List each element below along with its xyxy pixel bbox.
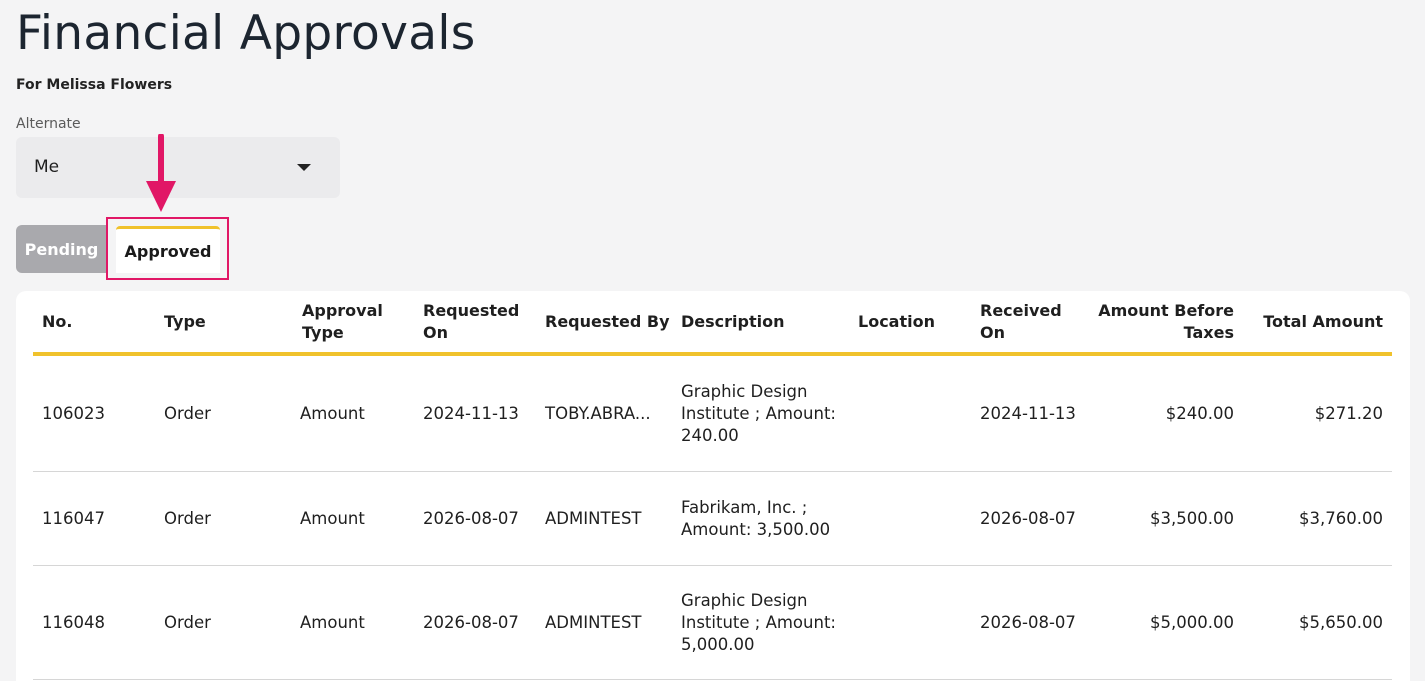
cell-total-amount: $5,650.00: [1299, 613, 1383, 632]
cell-no: 106023: [42, 404, 105, 423]
header-location[interactable]: Location: [858, 311, 935, 333]
cell-received-on: 2026-08-07: [980, 613, 1076, 632]
header-received-on-line1: Received: [980, 301, 1062, 320]
header-requested-on-line1: Requested: [423, 301, 520, 320]
arrow-down-icon: [146, 134, 176, 212]
cell-description-line: Institute ; Amount:: [681, 404, 836, 423]
cell-description-line: 240.00: [681, 426, 739, 445]
cell-description-line: Graphic Design: [681, 382, 808, 401]
approvals-table: No. Type Approval Type Requested On Requ…: [16, 291, 1410, 681]
header-description[interactable]: Description: [681, 311, 784, 333]
page-title: Financial Approvals: [16, 6, 476, 61]
header-amount-before-taxes-line2: Taxes: [1183, 323, 1234, 342]
cell-total-amount: $3,760.00: [1299, 509, 1383, 528]
cell-description-line: Graphic Design: [681, 591, 808, 610]
header-approval-type-line1: Approval: [302, 301, 383, 320]
caret-down-icon: [297, 164, 311, 171]
header-amount-before-taxes[interactable]: Amount Before Taxes: [1084, 300, 1234, 344]
header-type[interactable]: Type: [164, 311, 206, 333]
cell-description: Graphic Design Institute ; Amount: 5,000…: [681, 590, 836, 656]
page-subtitle: For Melissa Flowers: [16, 77, 173, 93]
cell-description: Fabrikam, Inc. ; Amount: 3,500.00: [681, 497, 830, 541]
cell-approval-type: Amount: [300, 509, 365, 528]
cell-total-amount: $271.20: [1314, 404, 1383, 423]
tab-pending[interactable]: Pending: [16, 225, 107, 273]
alternate-select-value: Me: [34, 157, 60, 177]
header-requested-on[interactable]: Requested On: [423, 300, 519, 344]
annotation-highlight-box: [106, 217, 229, 280]
cell-requested-on: 2024-11-13: [423, 404, 519, 423]
cell-received-on: 2024-11-13: [980, 404, 1076, 423]
cell-approval-type: Amount: [300, 404, 365, 423]
header-divider: [33, 352, 1392, 356]
row-divider: [33, 679, 1392, 680]
row-divider: [33, 565, 1392, 566]
financial-approvals-page: Financial Approvals For Melissa Flowers …: [0, 0, 1425, 681]
cell-type: Order: [164, 404, 211, 423]
header-requested-on-line2: On: [423, 323, 448, 342]
cell-requested-on: 2026-08-07: [423, 613, 519, 632]
header-no[interactable]: No.: [42, 311, 72, 333]
row-divider: [33, 471, 1392, 472]
cell-description: Graphic Design Institute ; Amount: 240.0…: [681, 381, 836, 447]
header-approval-type[interactable]: Approval Type: [302, 300, 383, 344]
header-received-on[interactable]: Received On: [980, 300, 1062, 344]
cell-requested-by: ADMINTEST: [545, 509, 642, 528]
cell-approval-type: Amount: [300, 613, 365, 632]
cell-received-on: 2026-08-07: [980, 509, 1076, 528]
header-received-on-line2: On: [980, 323, 1005, 342]
cell-type: Order: [164, 509, 211, 528]
header-requested-by[interactable]: Requested By: [545, 311, 670, 333]
cell-amount-before-taxes: $240.00: [1165, 404, 1234, 423]
cell-no: 116047: [42, 509, 105, 528]
cell-no: 116048: [42, 613, 105, 632]
cell-type: Order: [164, 613, 211, 632]
cell-description-line: Fabrikam, Inc. ;: [681, 498, 808, 517]
cell-amount-before-taxes: $3,500.00: [1150, 509, 1234, 528]
cell-description-line: 5,000.00: [681, 635, 755, 654]
header-amount-before-taxes-line1: Amount Before: [1098, 301, 1234, 320]
cell-requested-on: 2026-08-07: [423, 509, 519, 528]
cell-requested-by: TOBY.ABRA...: [545, 404, 651, 423]
alternate-select[interactable]: Me: [16, 137, 340, 198]
cell-description-line: Amount: 3,500.00: [681, 520, 831, 539]
cell-amount-before-taxes: $5,000.00: [1150, 613, 1234, 632]
cell-description-line: Institute ; Amount:: [681, 613, 836, 632]
cell-requested-by: ADMINTEST: [545, 613, 642, 632]
alternate-label: Alternate: [16, 116, 81, 132]
header-approval-type-line2: Type: [302, 323, 344, 342]
header-total-amount[interactable]: Total Amount: [1242, 311, 1383, 333]
